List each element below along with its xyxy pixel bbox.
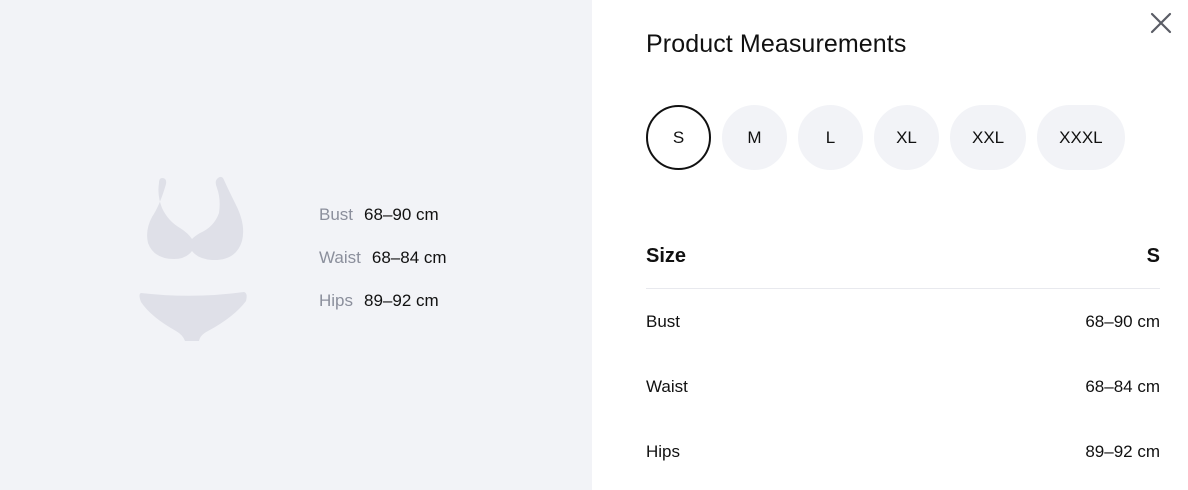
header-label: Size bbox=[646, 245, 687, 267]
measurement-waist: Waist 68–84 cm bbox=[319, 248, 447, 291]
measurement-hips: Hips 89–92 cm bbox=[319, 291, 447, 334]
row-label: Waist bbox=[646, 376, 688, 396]
row-value: 68–90 cm bbox=[1085, 311, 1160, 331]
measurement-bust: Bust 68–90 cm bbox=[319, 205, 447, 248]
measurement-list: Bust 68–90 cm Waist 68–84 cm Hips 89–92 … bbox=[319, 205, 447, 334]
size-option-m[interactable]: M bbox=[722, 105, 787, 170]
measurement-value: 68–84 cm bbox=[371, 248, 447, 267]
measurement-table: Size S Bust 68–90 cm Waist 68–84 cm Hips… bbox=[646, 225, 1160, 484]
size-option-s[interactable]: S bbox=[646, 105, 711, 170]
measurement-value: 89–92 cm bbox=[364, 291, 439, 310]
measurements-modal: Bust 68–90 cm Waist 68–84 cm Hips 89–92 … bbox=[0, 0, 1188, 490]
table-header: Size S bbox=[646, 225, 1160, 289]
illustration-panel: Bust 68–90 cm Waist 68–84 cm Hips 89–92 … bbox=[0, 0, 592, 490]
size-selector: S M L XL XXL XXXL bbox=[646, 105, 1125, 170]
page-title: Product Measurements bbox=[646, 30, 907, 58]
selected-size-value: S bbox=[1146, 245, 1160, 267]
row-value: 68–84 cm bbox=[1085, 376, 1160, 396]
table-row: Bust 68–90 cm bbox=[646, 289, 1160, 354]
close-icon[interactable] bbox=[1150, 12, 1172, 34]
size-option-xxxl[interactable]: XXXL bbox=[1037, 105, 1125, 170]
size-option-xxl[interactable]: XXL bbox=[950, 105, 1027, 170]
row-label: Hips bbox=[646, 441, 681, 461]
table-row: Waist 68–84 cm bbox=[646, 354, 1160, 419]
measurement-label: Hips bbox=[319, 291, 354, 310]
row-label: Bust bbox=[646, 311, 681, 331]
close-button[interactable] bbox=[1148, 10, 1174, 36]
size-option-l[interactable]: L bbox=[798, 105, 863, 170]
measurement-label: Bust bbox=[319, 205, 354, 224]
row-value: 89–92 cm bbox=[1085, 441, 1160, 461]
details-panel: Product Measurements S M L XL XXL XXXL S… bbox=[592, 0, 1188, 490]
size-option-xl[interactable]: XL bbox=[874, 105, 939, 170]
measurement-label: Waist bbox=[319, 248, 361, 267]
swimsuit-icon bbox=[139, 176, 247, 341]
measurement-value: 68–90 cm bbox=[364, 205, 439, 224]
table-row: Hips 89–92 cm bbox=[646, 419, 1160, 484]
